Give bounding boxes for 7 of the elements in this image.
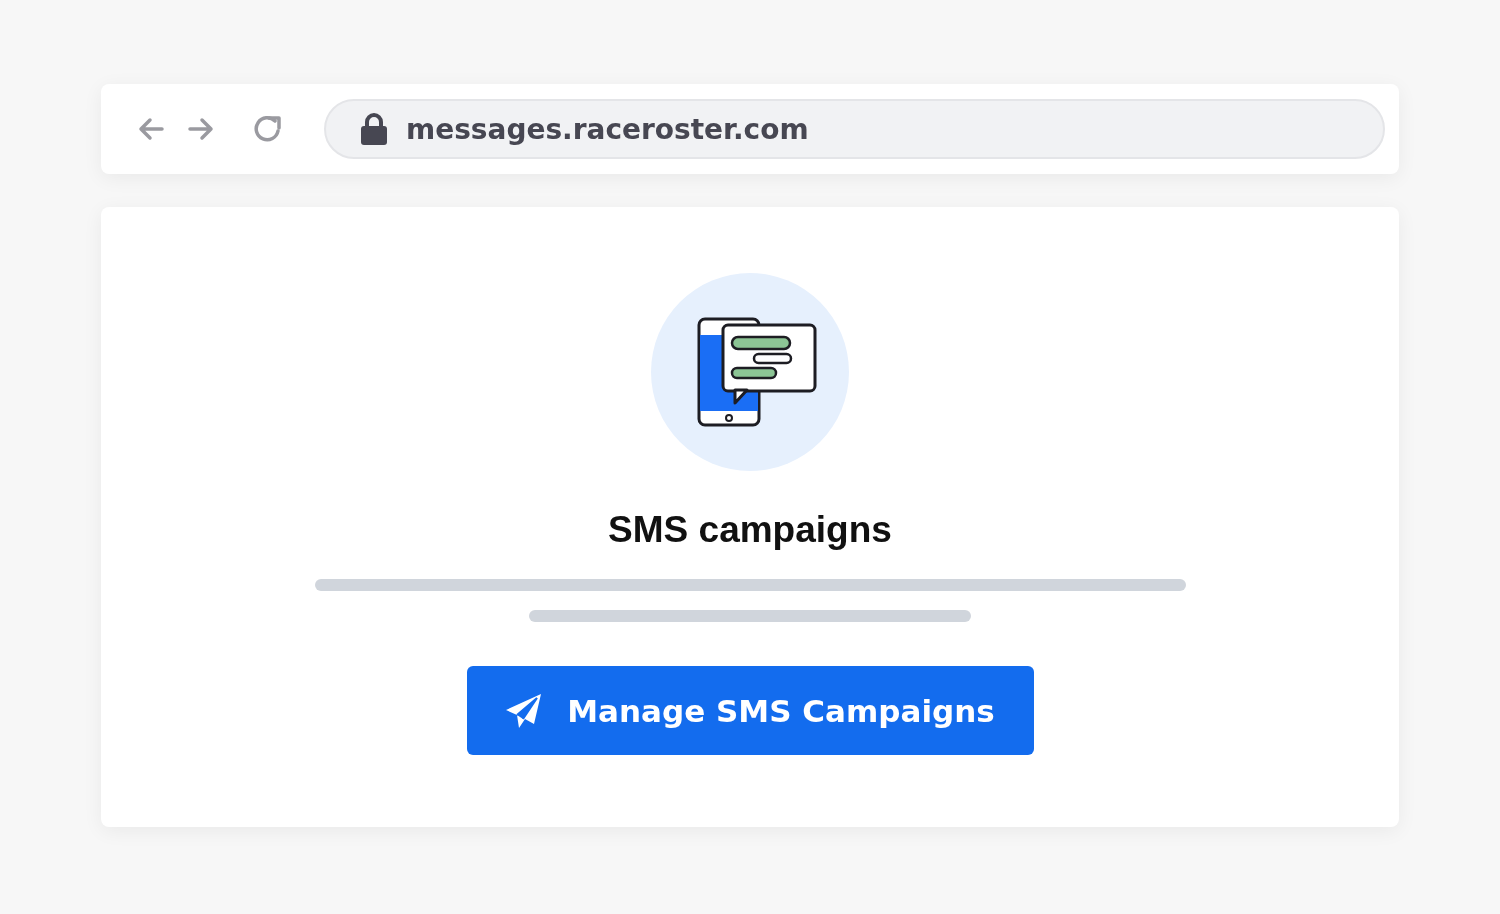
reload-icon[interactable] [252, 113, 284, 145]
paper-plane-icon [505, 692, 544, 729]
lock-icon [360, 113, 388, 145]
manage-campaigns-button[interactable]: Manage SMS Campaigns [466, 666, 1034, 755]
url-text: messages.raceroster.com [406, 112, 809, 146]
address-bar[interactable]: messages.raceroster.com [324, 99, 1385, 159]
card-title: SMS campaigns [608, 509, 892, 551]
